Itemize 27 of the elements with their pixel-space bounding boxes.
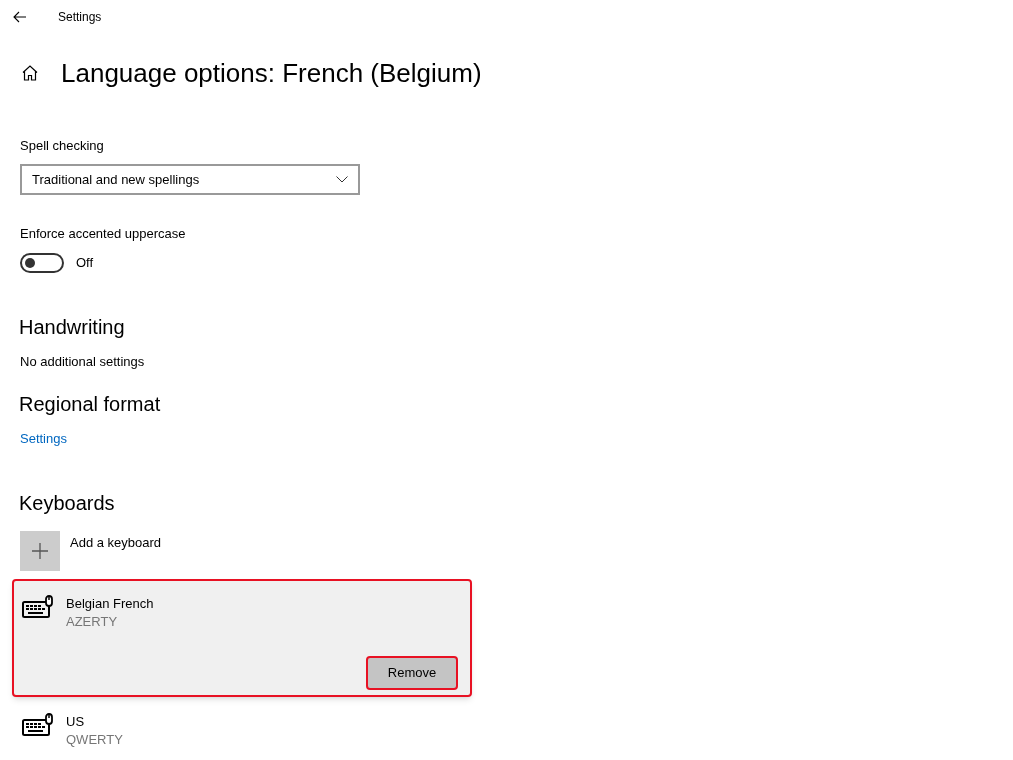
keyboard-item[interactable]: US QWERTY [12,697,472,749]
back-icon[interactable] [13,11,27,23]
keyboard-name: US [66,713,86,731]
plus-icon [31,542,49,560]
field-label: Spell checking [20,138,105,154]
section-heading: Handwriting [19,315,126,340]
add-keyboard-button[interactable] [20,531,60,571]
keyboard-layout: QWERTY [66,731,123,749]
window-title: Settings [58,9,102,26]
field-label: Enforce accented uppercase [20,226,187,242]
keyboard-item[interactable]: Belgian French AZERTY Remove [12,579,472,697]
section-heading: Keyboards [19,491,116,516]
remove-button[interactable]: Remove [366,656,458,690]
add-keyboard-label: Add a keyboard [70,534,162,552]
keyboard-name: Belgian French [66,595,154,613]
settings-link[interactable]: Settings [20,431,67,447]
keyboard-icon [22,713,54,737]
info-text: No additional settings [20,354,146,370]
page-title: Language options: French (Belgium) [61,57,482,90]
spell-checking-dropdown[interactable]: Traditional and new spellings [20,164,360,195]
keyboard-layout: AZERTY [66,613,119,631]
chevron-down-icon [336,176,348,183]
section-heading: Regional format [19,392,162,417]
keyboard-icon [22,595,54,619]
toggle-state-text: Off [76,254,94,273]
home-icon[interactable] [21,64,39,82]
toggle-switch[interactable] [20,253,64,273]
